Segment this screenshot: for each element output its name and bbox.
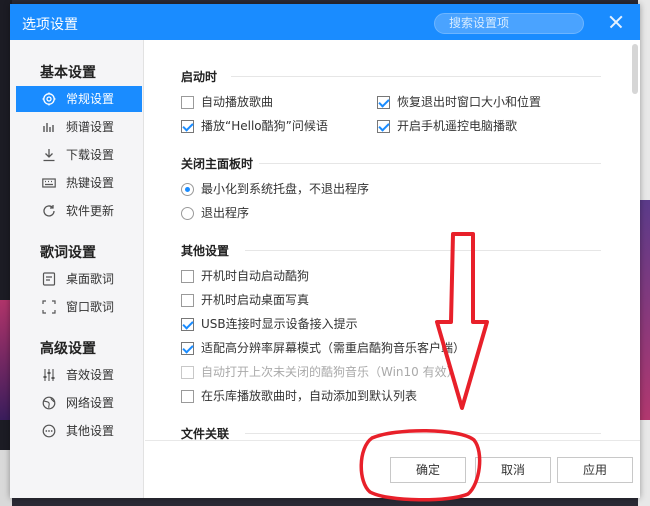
option-exit-program[interactable]: 退出程序 (181, 205, 249, 221)
sidebar-group-basic: 基本设置 (40, 65, 96, 81)
window-lyrics-icon (42, 300, 56, 314)
radio-button[interactable] (181, 183, 194, 196)
sidebar-item-label: 网络设置 (66, 396, 115, 410)
more-icon (42, 424, 56, 438)
option-auto-play[interactable]: 自动播放歌曲 (181, 94, 273, 110)
sidebar-item-download[interactable]: 下载设置 (16, 142, 142, 168)
sidebar-item-label: 软件更新 (66, 204, 115, 218)
sidebar-group-lyrics: 歌词设置 (40, 245, 96, 261)
option-label: USB连接时显示设备接入提示 (201, 317, 358, 331)
section-title-file-association: 文件关联 (181, 427, 230, 440)
gear-icon (42, 92, 56, 106)
option-hello-greeting[interactable]: 播放“Hello酷狗”问候语 (181, 118, 328, 134)
sidebar-item-spectrum[interactable]: 频谱设置 (16, 114, 142, 140)
checkbox[interactable] (181, 342, 194, 355)
sidebar-item-sound-effects[interactable]: 音效设置 (16, 362, 142, 388)
checkbox[interactable] (181, 96, 194, 109)
settings-content: 启动时 自动播放歌曲 恢复退出时窗口大小和位置 播放“Hello酷狗”问候语 开… (145, 40, 640, 440)
sidebar-item-window-lyrics[interactable]: 窗口歌词 (16, 294, 142, 320)
cancel-button[interactable]: 取消 (475, 457, 551, 483)
checkbox[interactable] (181, 120, 194, 133)
checkbox[interactable] (181, 390, 194, 403)
option-add-to-default-list[interactable]: 在乐库播放歌曲时，自动添加到默认列表 (181, 388, 417, 404)
option-label: 恢复退出时窗口大小和位置 (397, 95, 542, 109)
ok-button[interactable]: 确定 (390, 457, 466, 483)
sidebar-item-general[interactable]: 常规设置 (16, 86, 142, 112)
close-icon[interactable] (606, 12, 626, 32)
apply-button[interactable]: 应用 (557, 457, 633, 483)
checkbox[interactable] (377, 96, 390, 109)
sidebar-item-desktop-lyrics[interactable]: 桌面歌词 (16, 266, 142, 292)
section-title-close-panel: 关闭主面板时 (181, 157, 254, 171)
title-bar: 选项设置 搜索设置项 (10, 4, 640, 40)
keyboard-icon (42, 176, 56, 190)
checkbox (181, 366, 194, 379)
option-label: 开机时启动桌面写真 (201, 293, 310, 307)
sidebar-item-label: 下载设置 (66, 148, 115, 162)
option-restore-window[interactable]: 恢复退出时窗口大小和位置 (377, 94, 541, 110)
option-label: 最小化到系统托盘，不退出程序 (201, 182, 370, 196)
settings-sidebar: 基本设置 常规设置 频谱设置 下载设置 热键设置 软件更新 歌词设置 桌面歌词 … (10, 40, 144, 498)
section-title-startup: 启动时 (181, 70, 218, 84)
settings-search-input[interactable]: 搜索设置项 (434, 13, 584, 34)
option-label: 在乐库播放歌曲时，自动添加到默认列表 (201, 389, 418, 403)
equalizer-icon (42, 368, 56, 382)
option-label: 自动打开上次未关闭的酷狗音乐（Win10 有效） (201, 365, 459, 379)
sidebar-item-label: 音效设置 (66, 368, 115, 382)
section-divider (259, 163, 601, 164)
option-usb-prompt[interactable]: USB连接时显示设备接入提示 (181, 316, 358, 332)
option-label: 适配高分辨率屏幕模式（需重启酷狗音乐客户端） (201, 341, 466, 355)
checkbox[interactable] (377, 120, 390, 133)
sidebar-item-label: 其他设置 (66, 424, 115, 438)
checkbox[interactable] (181, 294, 194, 307)
network-icon (42, 396, 56, 410)
radio-button[interactable] (181, 207, 194, 220)
sidebar-group-advanced: 高级设置 (40, 341, 96, 357)
sidebar-item-label: 常规设置 (66, 92, 115, 106)
option-high-dpi[interactable]: 适配高分辨率屏幕模式（需重启酷狗音乐客户端） (181, 340, 465, 356)
sidebar-item-update[interactable]: 软件更新 (16, 198, 142, 224)
desktop-lyrics-icon (42, 272, 56, 286)
sidebar-item-network[interactable]: 网络设置 (16, 390, 142, 416)
sidebar-item-other[interactable]: 其他设置 (16, 418, 142, 444)
option-label: 自动播放歌曲 (201, 95, 274, 109)
option-desktop-photo[interactable]: 开机时启动桌面写真 (181, 292, 309, 308)
option-label: 播放“Hello酷狗”问候语 (201, 119, 328, 133)
option-label: 开机时自动启动酷狗 (201, 269, 310, 283)
section-divider (245, 433, 601, 434)
sidebar-item-label: 桌面歌词 (66, 272, 115, 286)
option-label: 开启手机遥控电脑播歌 (397, 119, 518, 133)
option-minimize-to-tray[interactable]: 最小化到系统托盘，不退出程序 (181, 181, 369, 197)
sidebar-item-hotkeys[interactable]: 热键设置 (16, 170, 142, 196)
dialog-footer: 确定 取消 应用 (145, 440, 640, 498)
checkbox[interactable] (181, 270, 194, 283)
sidebar-item-label: 热键设置 (66, 176, 115, 190)
update-icon (42, 204, 56, 218)
section-divider (245, 250, 601, 251)
option-label: 退出程序 (201, 206, 250, 220)
option-phone-remote[interactable]: 开启手机遥控电脑播歌 (377, 118, 517, 134)
section-divider (231, 76, 601, 77)
spectrum-icon (42, 120, 56, 134)
option-autostart[interactable]: 开机时自动启动酷狗 (181, 268, 309, 284)
options-dialog: 选项设置 搜索设置项 基本设置 常规设置 频谱设置 下载设置 热键设置 软件更新… (10, 4, 640, 498)
dialog-title: 选项设置 (22, 17, 78, 33)
sidebar-item-label: 窗口歌词 (66, 300, 115, 314)
option-reopen-last: 自动打开上次未关闭的酷狗音乐（Win10 有效） (181, 364, 459, 380)
section-title-other: 其他设置 (181, 244, 230, 258)
download-icon (42, 148, 56, 162)
checkbox[interactable] (181, 318, 194, 331)
sidebar-item-label: 频谱设置 (66, 120, 115, 134)
content-scrollbar[interactable] (632, 44, 638, 94)
